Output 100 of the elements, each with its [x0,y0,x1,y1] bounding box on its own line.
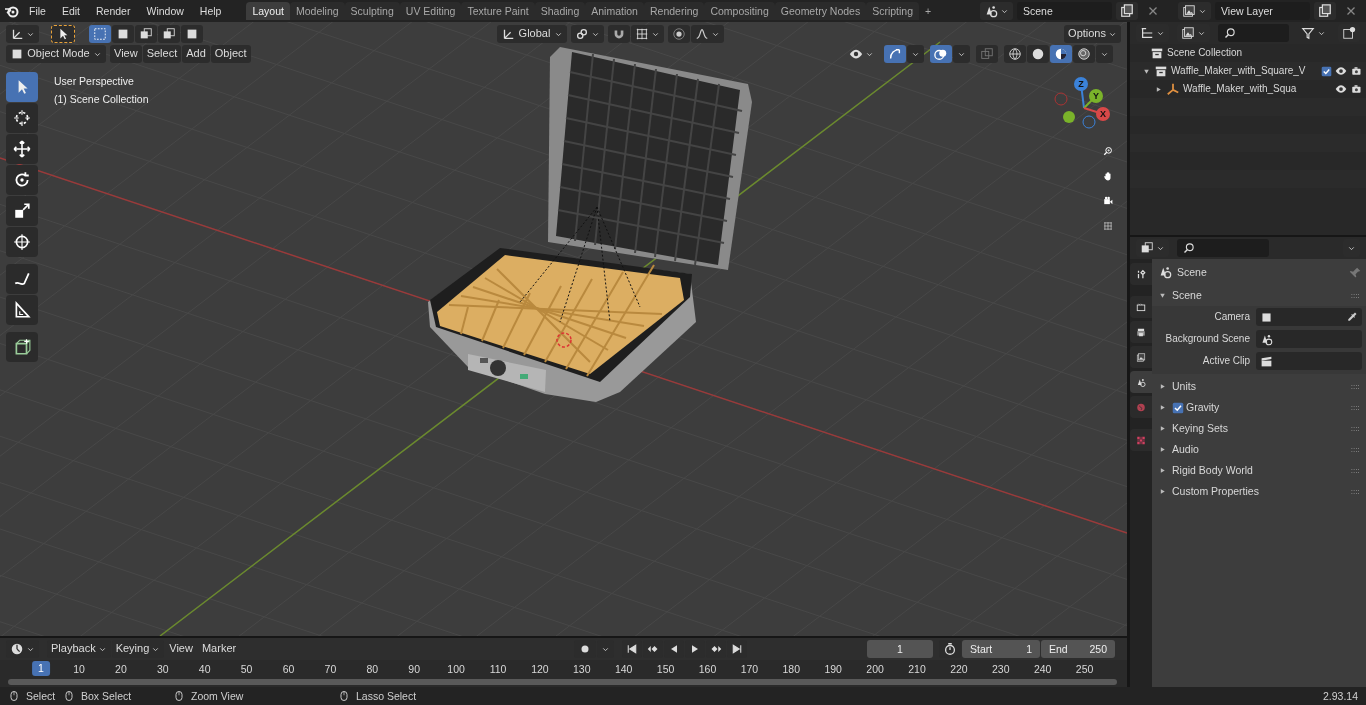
outliner-item[interactable]: Scene Collection [1167,47,1243,59]
menu-button[interactable]: Add [182,45,210,63]
menu-button[interactable]: Marker [197,640,241,658]
panel-header[interactable]: Audio [1172,443,1199,456]
view-layer-selector-button[interactable] [1178,2,1211,20]
scene-field[interactable]: Scene [1017,2,1112,20]
workspace-tab[interactable]: Layout [246,1,290,21]
outliner-item[interactable]: Waffle_Maker_with_Square_V [1171,65,1306,77]
timeline-scrollbar[interactable] [8,679,1117,685]
panel-header[interactable]: Custom Properties [1172,485,1259,498]
checkbox-icon[interactable] [1321,65,1332,77]
select-tool-button[interactable] [51,25,75,43]
panel-header[interactable]: Units [1172,380,1196,393]
add-workspace-tab[interactable]: + [919,1,938,21]
menu-button[interactable]: Object [210,45,251,63]
search-field[interactable] [1218,24,1289,42]
properties-tab[interactable] [1130,296,1152,318]
tool-button[interactable] [6,165,38,195]
arrow-icon [888,47,902,61]
workspace-tab[interactable]: Compositing [704,1,775,21]
selection-mode-button[interactable] [135,25,157,43]
pivot-dropdown[interactable] [571,25,604,43]
properties-tab[interactable] [1130,321,1152,343]
view-layer-field[interactable]: View Layer [1215,2,1310,20]
search-field[interactable] [1177,239,1269,257]
checkbox-icon[interactable] [1172,401,1184,414]
shading-mode-button[interactable] [1050,45,1072,63]
panel-header[interactable]: Keying Sets [1172,422,1229,435]
menu-item[interactable]: Help [192,2,229,20]
disclosure-icon[interactable] [1158,487,1167,496]
selection-mode-button[interactable] [181,25,203,43]
scene-selector-button[interactable] [980,2,1013,20]
workspace-tab[interactable]: Shading [534,1,586,21]
mode-dropdown[interactable]: Object Mode [6,45,106,63]
workspace-tab[interactable]: Sculpting [344,1,400,21]
disclosure-icon[interactable] [1158,466,1167,475]
collection-icon [1150,46,1164,60]
workspace-tab[interactable]: Modeling [289,1,345,21]
value-field[interactable] [1256,330,1362,348]
menu-button[interactable]: Select [142,45,182,63]
value-field[interactable] [1256,352,1362,370]
disclosure-icon[interactable] [1158,403,1167,412]
tool-button[interactable] [6,134,38,164]
xray-button[interactable] [976,45,998,63]
workspace-tab[interactable]: Scripting [866,1,919,21]
properties-tab[interactable] [1130,346,1152,368]
snap-target-dropdown[interactable] [631,25,664,43]
tool-button[interactable] [6,103,38,133]
value-field[interactable] [1256,308,1362,326]
menu-item[interactable]: Window [139,2,191,20]
menu-button[interactable]: View [165,640,197,658]
selection-mode-button[interactable] [158,25,180,43]
current-frame-marker[interactable]: 1 [32,661,50,676]
workspace-tab[interactable]: UV Editing [399,1,462,21]
outliner-item[interactable]: Waffle_Maker_with_Squa [1183,83,1297,95]
disclosure-icon[interactable] [1158,445,1167,454]
axis-gizmo[interactable]: Z Y X [1051,72,1115,132]
overlay-toggle-button[interactable] [930,45,952,63]
workspace-tab[interactable]: Geometry Nodes [774,1,867,21]
eye-icon[interactable] [1335,83,1347,95]
options-dropdown[interactable]: Options [1064,25,1121,43]
tool-button[interactable] [6,227,38,257]
menu-item[interactable]: File [22,2,53,20]
tool-button[interactable] [6,196,38,226]
disclosure-icon[interactable] [1158,382,1167,391]
properties-tab[interactable] [1130,371,1152,393]
eye-icon[interactable] [1335,65,1347,77]
gizmo-toggle-button[interactable] [884,45,906,63]
falloff-dropdown[interactable] [691,25,724,43]
new-scene-button[interactable] [1116,2,1138,20]
panel-header[interactable]: Gravity [1186,401,1220,414]
editor-type-button[interactable] [6,25,39,43]
end-frame-field[interactable]: End 250 [1041,640,1115,658]
tool-button[interactable] [6,264,38,294]
shading-mode-button[interactable] [1004,45,1026,63]
pin-icon[interactable] [1349,265,1362,279]
selection-mode-button[interactable] [112,25,134,43]
workspace-tab[interactable]: Animation [585,1,644,21]
disclosure-icon[interactable] [1158,424,1167,433]
proportional-edit-button[interactable] [668,25,690,43]
workspace-tab[interactable]: Rendering [643,1,705,21]
camera-icon[interactable] [1350,83,1362,95]
shading-mode-button[interactable] [1027,45,1049,63]
camera-icon[interactable] [1350,65,1362,77]
panel-header[interactable]: Scene [1172,289,1202,302]
menu-button[interactable]: View [110,45,142,63]
workspace-tab[interactable]: Texture Paint [461,1,535,21]
snap-button[interactable] [608,25,630,43]
disclosure-icon[interactable] [1158,291,1167,300]
properties-tab[interactable] [1130,263,1152,285]
tool-button[interactable] [6,332,38,362]
menu-item[interactable]: Render [89,2,138,20]
menu-item[interactable]: Edit [54,2,87,20]
panel-header[interactable]: Rigid Body World [1172,464,1253,477]
orientation-dropdown[interactable]: Global [497,25,567,43]
current-frame-field[interactable]: 1 [867,640,933,658]
tool-button[interactable] [6,295,38,325]
start-frame-field[interactable]: Start 1 [962,640,1040,658]
new-view-layer-button[interactable] [1314,2,1336,20]
shading-mode-button[interactable] [1073,45,1095,63]
